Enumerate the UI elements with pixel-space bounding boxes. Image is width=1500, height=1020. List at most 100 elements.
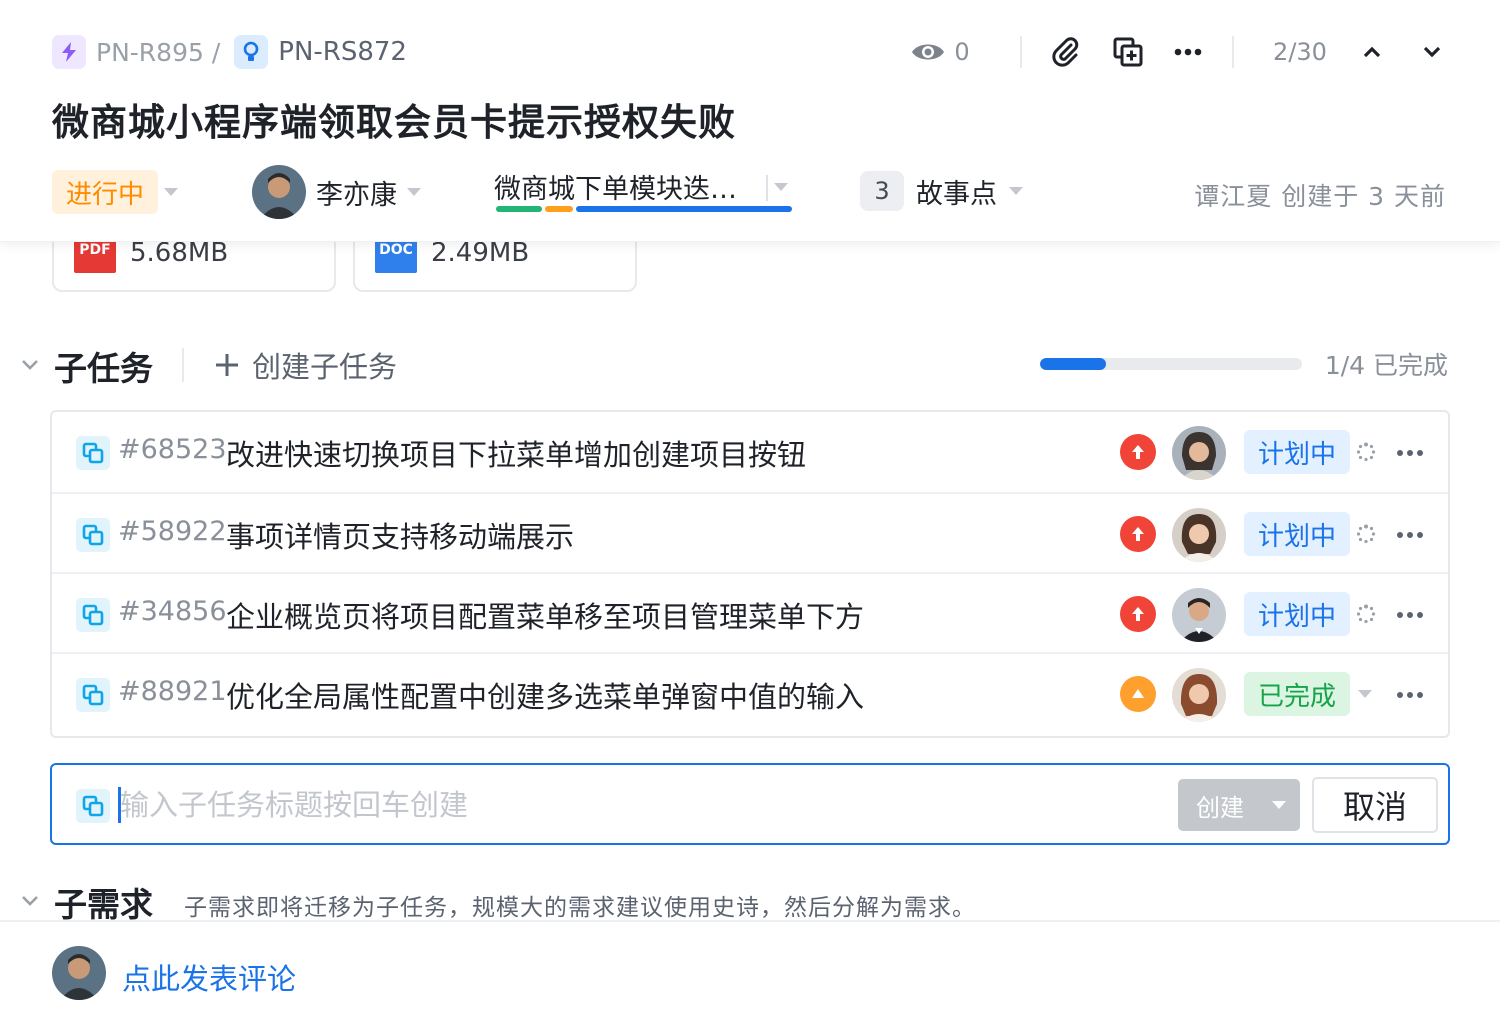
- row-more-button[interactable]: [1392, 680, 1428, 710]
- comment-footer: 点此发表评论: [0, 920, 1500, 1020]
- page-title: 微商城小程序端领取会员卡提示授权失败: [52, 101, 736, 144]
- priority-medium-icon[interactable]: [1120, 676, 1156, 712]
- subtask-id: #58922: [118, 516, 227, 547]
- subtask-list: #68523 改进快速切换项目下拉菜单增加创建项目按钮 计划中 #58922 事…: [50, 410, 1450, 738]
- breadcrumb-current-id: PN-RS872: [278, 37, 407, 67]
- chevron-down-icon: [407, 188, 421, 196]
- priority-high-icon[interactable]: [1120, 516, 1156, 552]
- plus-icon: [216, 354, 238, 376]
- status-badge[interactable]: 计划中: [1244, 592, 1351, 636]
- more-button[interactable]: [1168, 30, 1208, 74]
- subtask-title[interactable]: 企业概览页将项目配置菜单移至项目管理菜单下方: [226, 594, 864, 636]
- collapse-chevron-icon[interactable]: [20, 894, 40, 908]
- subtask-icon: [76, 436, 110, 470]
- story-points-label: 故事点: [916, 178, 997, 210]
- row-more-button[interactable]: [1392, 438, 1428, 468]
- breadcrumb: PN-R895 / PN-RS872: [52, 34, 407, 70]
- priority-high-icon[interactable]: [1120, 596, 1156, 632]
- pdf-file-icon: PDF: [74, 239, 116, 273]
- loading-spinner-icon: [1356, 524, 1376, 544]
- create-subtask-button[interactable]: 创建子任务: [214, 344, 397, 386]
- avatar: [52, 946, 106, 1000]
- subtask-progress-text: 1/4 已完成: [1324, 351, 1448, 380]
- chevron-down-icon: [774, 183, 788, 191]
- subtask-id: #68523: [118, 434, 227, 465]
- subtask-title[interactable]: 事项详情页支持移动端展示: [226, 514, 574, 556]
- subtask-progress-bar: [1040, 358, 1302, 370]
- attachment-size: 2.49MB: [431, 238, 530, 268]
- new-subtask-input[interactable]: [120, 779, 1160, 831]
- subrequirements-hint: 子需求即将迁移为子任务，规模大的需求建议使用史诗，然后分解为需求。: [184, 895, 976, 921]
- previous-button[interactable]: [1352, 30, 1392, 74]
- create-button-label: 创建: [1196, 793, 1244, 822]
- subtask-icon: [76, 598, 110, 632]
- chevron-down-icon: [164, 188, 178, 196]
- add-comment-link[interactable]: 点此发表评论: [122, 956, 296, 998]
- create-button[interactable]: 创建: [1178, 779, 1300, 831]
- row-more-button[interactable]: [1392, 520, 1428, 550]
- subtask-title[interactable]: 改进快速切换项目下拉菜单增加创建项目按钮: [226, 432, 806, 474]
- copy-button[interactable]: [1108, 30, 1148, 74]
- attach-button[interactable]: [1046, 30, 1086, 74]
- create-subtask-label: 创建子任务: [252, 350, 398, 384]
- chevron-down-icon: [1423, 46, 1441, 58]
- row-more-button[interactable]: [1392, 600, 1428, 630]
- more-dots-icon: [1397, 692, 1423, 698]
- epic-lightning-icon: [52, 35, 86, 69]
- story-points-dropdown[interactable]: 3 故事点: [860, 169, 1023, 213]
- subtask-id: #88921: [118, 676, 227, 707]
- eye-icon: [912, 44, 945, 60]
- subrequirements-title: 子需求: [54, 885, 153, 924]
- subtask-icon: [76, 518, 110, 552]
- status-badge[interactable]: 计划中: [1244, 512, 1351, 556]
- status-dropdown[interactable]: 进行中: [52, 170, 159, 214]
- table-row[interactable]: #68523 改进快速切换项目下拉菜单增加创建项目按钮 计划中: [52, 412, 1448, 492]
- sprint-progress-bar: [496, 206, 792, 212]
- creator-info: 谭江夏 创建于 3 天前: [1194, 182, 1446, 211]
- status-badge[interactable]: 计划中: [1244, 430, 1351, 474]
- avatar[interactable]: [1172, 508, 1226, 562]
- subtask-title[interactable]: 优化全局属性配置中创建多选菜单弹窗中值的输入: [226, 674, 864, 716]
- chevron-down-icon: [1272, 801, 1286, 809]
- new-subtask-form: 创建 取消: [50, 763, 1450, 845]
- collapse-chevron-icon[interactable]: [20, 358, 40, 372]
- cancel-button[interactable]: 取消: [1312, 777, 1438, 833]
- table-row[interactable]: #34856 企业概览页将项目配置菜单移至项目管理菜单下方 计划中: [52, 572, 1448, 652]
- sprint-name: 微商城下单模块迭…: [494, 174, 737, 205]
- sprint-dropdown[interactable]: 微商城下单模块迭…: [494, 165, 794, 219]
- copy-add-icon: [1113, 37, 1143, 67]
- status-badge[interactable]: 已完成: [1244, 672, 1351, 716]
- attachment-size: 5.68MB: [130, 238, 229, 268]
- detail-header: PN-R895 / PN-RS872 0 2/30 微商城小程序端领取会员卡提示…: [0, 0, 1500, 242]
- chevron-down-icon: [1009, 187, 1023, 195]
- assignee-name: 李亦康: [316, 179, 397, 211]
- table-row[interactable]: #88921 优化全局属性配置中创建多选菜单弹窗中值的输入 已完成: [52, 652, 1448, 732]
- avatar[interactable]: [1172, 668, 1226, 722]
- breadcrumb-parent-link[interactable]: PN-R895 /: [96, 38, 220, 67]
- assignee-dropdown[interactable]: 李亦康: [252, 165, 421, 219]
- more-dots-icon: [1397, 532, 1423, 538]
- watch-count: 0: [954, 38, 970, 66]
- subtask-id: #34856: [118, 596, 227, 627]
- chevron-up-icon: [1363, 46, 1381, 58]
- avatar[interactable]: [1172, 588, 1226, 642]
- doc-file-icon: DOC: [375, 239, 417, 273]
- more-dots-icon: [1397, 612, 1423, 618]
- loading-spinner-icon: [1356, 604, 1376, 624]
- subtask-icon: [76, 789, 110, 823]
- priority-high-icon[interactable]: [1120, 434, 1156, 470]
- subrequirements-header: 子需求 子需求即将迁移为子任务，规模大的需求建议使用史诗，然后分解为需求。: [20, 876, 1448, 926]
- pager: 2/30: [1273, 38, 1327, 66]
- chevron-down-icon[interactable]: [1358, 690, 1372, 698]
- more-dots-icon: [1174, 48, 1202, 56]
- paperclip-icon: [1052, 37, 1079, 67]
- subtasks-header: 子任务 创建子任务 1/4 已完成: [20, 340, 1448, 390]
- table-row[interactable]: #58922 事项详情页支持移动端展示 计划中: [52, 492, 1448, 572]
- subtask-icon: [76, 678, 110, 712]
- story-points-value: 3: [860, 171, 904, 211]
- next-button[interactable]: [1412, 30, 1452, 74]
- loading-spinner-icon: [1356, 442, 1376, 462]
- requirement-lightbulb-icon: [234, 35, 269, 69]
- avatar[interactable]: [1172, 426, 1226, 480]
- watch-button[interactable]: 0: [900, 30, 980, 74]
